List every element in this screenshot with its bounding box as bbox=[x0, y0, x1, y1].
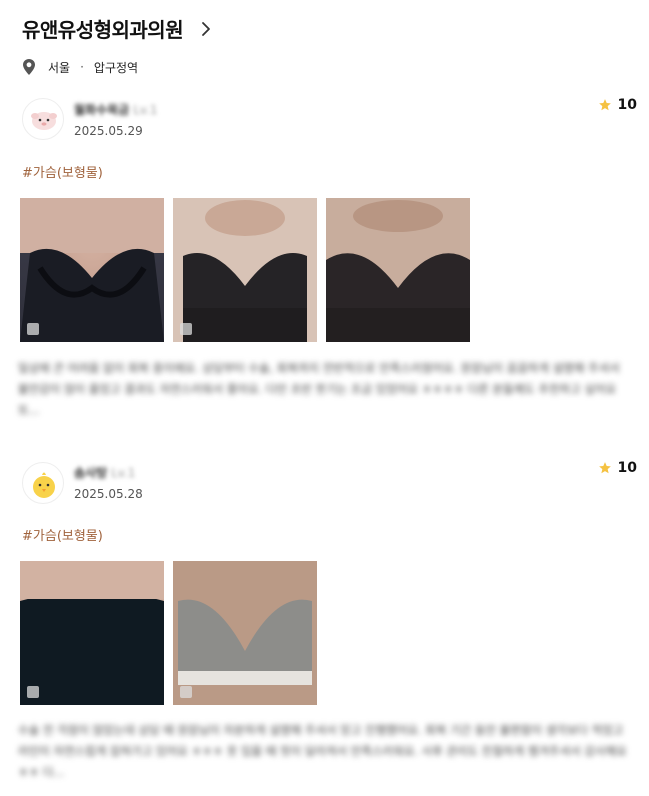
review-rating: 10 bbox=[598, 97, 637, 113]
review-photo[interactable] bbox=[173, 561, 317, 705]
user-name: 솜사탕 Lv.1 bbox=[74, 466, 136, 480]
avatar bbox=[22, 98, 64, 140]
location-city: 서울 bbox=[48, 60, 71, 75]
review-tag[interactable]: #가슴(보형물) bbox=[22, 525, 103, 544]
review-photos bbox=[20, 561, 317, 705]
clinic-name[interactable]: 유앤유성형외과의원 bbox=[22, 14, 184, 43]
clinic-header[interactable]: 유앤유성형외과의원 bbox=[22, 14, 211, 43]
review-date: 2025.05.29 bbox=[74, 124, 143, 138]
review-body[interactable]: 수술 전 걱정이 많았는데 상담 때 원장님이 차분하게 설명해 주셔서 믿고 … bbox=[18, 720, 630, 783]
review-photo[interactable] bbox=[20, 561, 164, 705]
avatar bbox=[22, 462, 64, 504]
review-rating: 10 bbox=[598, 460, 637, 476]
location-separator: · bbox=[80, 60, 84, 74]
chevron-right-icon[interactable] bbox=[201, 21, 211, 37]
user-name: 월화수목금 Lv.1 bbox=[74, 103, 158, 117]
review-body[interactable]: 일상에 큰 어려움 없이 회복 중이에요. 상담부터 수술, 회복까지 전반적으… bbox=[18, 358, 630, 421]
review-tag[interactable]: #가슴(보형물) bbox=[22, 162, 103, 181]
star-icon bbox=[598, 99, 611, 111]
review-date: 2025.05.28 bbox=[74, 487, 143, 501]
location-pin-icon bbox=[23, 59, 35, 75]
clinic-location: 서울 · 압구정역 bbox=[22, 58, 138, 76]
review-photos bbox=[20, 198, 470, 342]
review-photo[interactable] bbox=[20, 198, 164, 342]
review-photo[interactable] bbox=[326, 198, 470, 342]
star-icon bbox=[598, 462, 611, 474]
review-photo[interactable] bbox=[173, 198, 317, 342]
location-station: 압구정역 bbox=[93, 60, 139, 75]
